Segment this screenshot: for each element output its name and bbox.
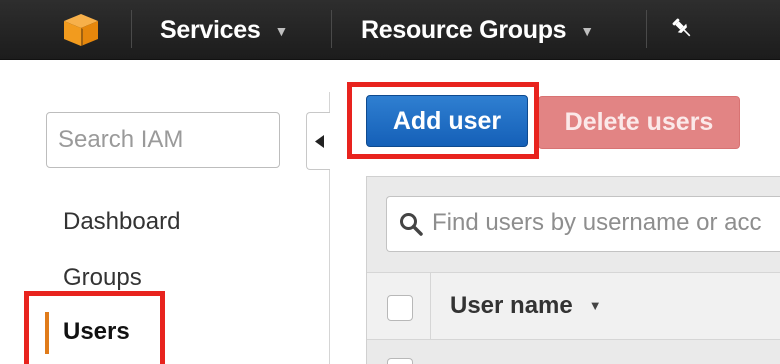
sidebar-item-dashboard[interactable]: Dashboard bbox=[63, 208, 180, 236]
nav-separator bbox=[646, 10, 647, 48]
services-label: Services bbox=[160, 16, 261, 44]
sidebar-collapse-toggle[interactable] bbox=[306, 112, 330, 170]
add-user-button[interactable]: Add user bbox=[366, 95, 528, 147]
column-header-label: User name bbox=[450, 292, 573, 319]
find-users-placeholder: Find users by username or acc bbox=[432, 209, 762, 236]
pin-icon[interactable] bbox=[670, 16, 694, 40]
nav-separator bbox=[131, 10, 132, 48]
column-header-user-name[interactable]: User name ▼ bbox=[450, 292, 602, 320]
aws-cube-icon[interactable] bbox=[62, 12, 100, 48]
top-navigation-bar: Services ▼ Resource Groups ▼ bbox=[0, 0, 780, 60]
chevron-left-icon bbox=[315, 135, 324, 148]
resource-groups-menu[interactable]: Resource Groups ▼ bbox=[361, 12, 594, 48]
sidebar-item-users[interactable]: Users bbox=[63, 318, 130, 346]
chevron-down-icon: ▼ bbox=[274, 23, 289, 39]
search-iam-input[interactable] bbox=[46, 112, 280, 168]
chevron-down-icon: ▼ bbox=[580, 23, 594, 39]
search-icon bbox=[400, 213, 423, 236]
services-menu[interactable]: Services ▼ bbox=[160, 12, 288, 48]
sort-caret-icon: ▼ bbox=[588, 298, 602, 313]
nav-separator bbox=[331, 10, 332, 48]
delete-users-button[interactable]: Delete users bbox=[538, 96, 740, 149]
sidebar-item-groups[interactable]: Groups bbox=[63, 264, 142, 292]
active-item-indicator bbox=[45, 312, 49, 354]
resource-groups-label: Resource Groups bbox=[361, 16, 567, 44]
select-all-checkbox[interactable] bbox=[387, 295, 413, 321]
row-checkbox[interactable] bbox=[387, 358, 413, 364]
column-divider bbox=[430, 273, 431, 339]
find-users-input[interactable]: Find users by username or acc bbox=[386, 196, 780, 252]
